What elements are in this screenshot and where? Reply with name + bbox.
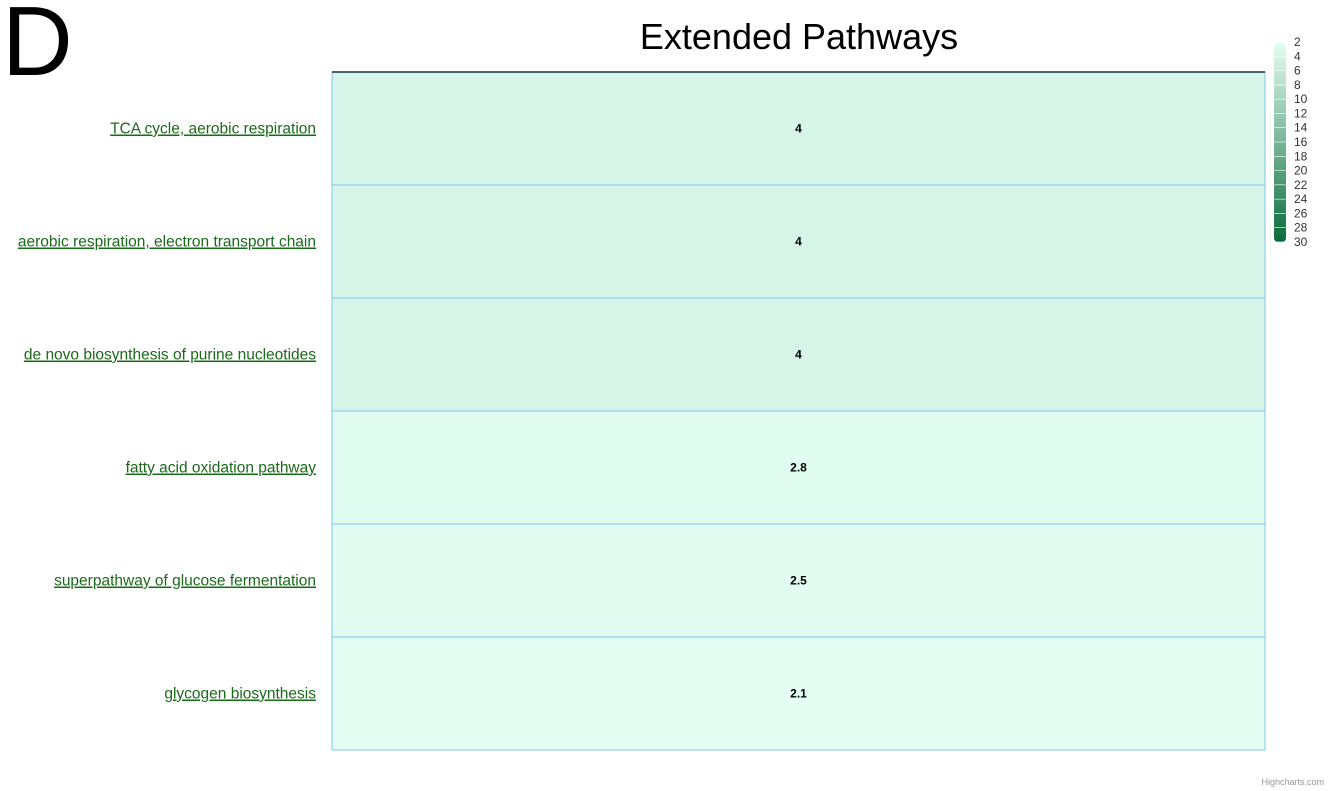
row-label-link[interactable]: aerobic respiration, electron transport … bbox=[18, 234, 316, 251]
row-label-link[interactable]: TCA cycle, aerobic respiration bbox=[110, 121, 316, 138]
row-label-link[interactable]: superpathway of glucose fermentation bbox=[54, 573, 316, 590]
legend-tick-label: 28 bbox=[1294, 221, 1308, 235]
heatmap-cells bbox=[331, 71, 1266, 751]
highcharts-credits[interactable]: Highcharts.com bbox=[1261, 777, 1324, 787]
legend-tick-label: 30 bbox=[1294, 235, 1308, 249]
legend-tick-label: 20 bbox=[1294, 164, 1308, 178]
legend-tick-label: 18 bbox=[1294, 149, 1308, 163]
legend-tick-label: 14 bbox=[1294, 121, 1308, 135]
legend-tick-label: 16 bbox=[1294, 135, 1308, 149]
legend-tick-label: 26 bbox=[1294, 206, 1308, 220]
cell-value-label: 2.5 bbox=[790, 574, 807, 588]
legend-tick-label: 4 bbox=[1294, 49, 1301, 63]
cell-value-label: 2.8 bbox=[790, 461, 807, 475]
color-legend: 24681012141618202224262830 bbox=[1274, 35, 1308, 249]
legend-tick-label: 2 bbox=[1294, 35, 1301, 49]
legend-tick-label: 8 bbox=[1294, 78, 1301, 92]
heatmap-chart: TCA cycle, aerobic respiration aerobic re… bbox=[18, 35, 1308, 751]
cell-value-label: 4 bbox=[795, 235, 802, 249]
row-label-link[interactable]: fatty acid oxidation pathway bbox=[126, 460, 317, 477]
cell-value-label: 4 bbox=[795, 122, 802, 136]
row-label-link[interactable]: glycogen biosynthesis bbox=[164, 686, 316, 703]
legend-tick-label: 10 bbox=[1294, 92, 1308, 106]
legend-tick-label: 22 bbox=[1294, 178, 1308, 192]
cell-value-label: 2.1 bbox=[790, 687, 807, 701]
legend-tick-label: 24 bbox=[1294, 192, 1308, 206]
cell-value-label: 4 bbox=[795, 348, 802, 362]
legend-tick-label: 6 bbox=[1294, 64, 1301, 78]
legend-tick-label: 12 bbox=[1294, 106, 1308, 120]
row-labels: TCA cycle, aerobic respiration aerobic re… bbox=[18, 121, 316, 703]
row-label-link[interactable]: de novo biosynthesis of purine nucleotid… bbox=[24, 347, 316, 364]
